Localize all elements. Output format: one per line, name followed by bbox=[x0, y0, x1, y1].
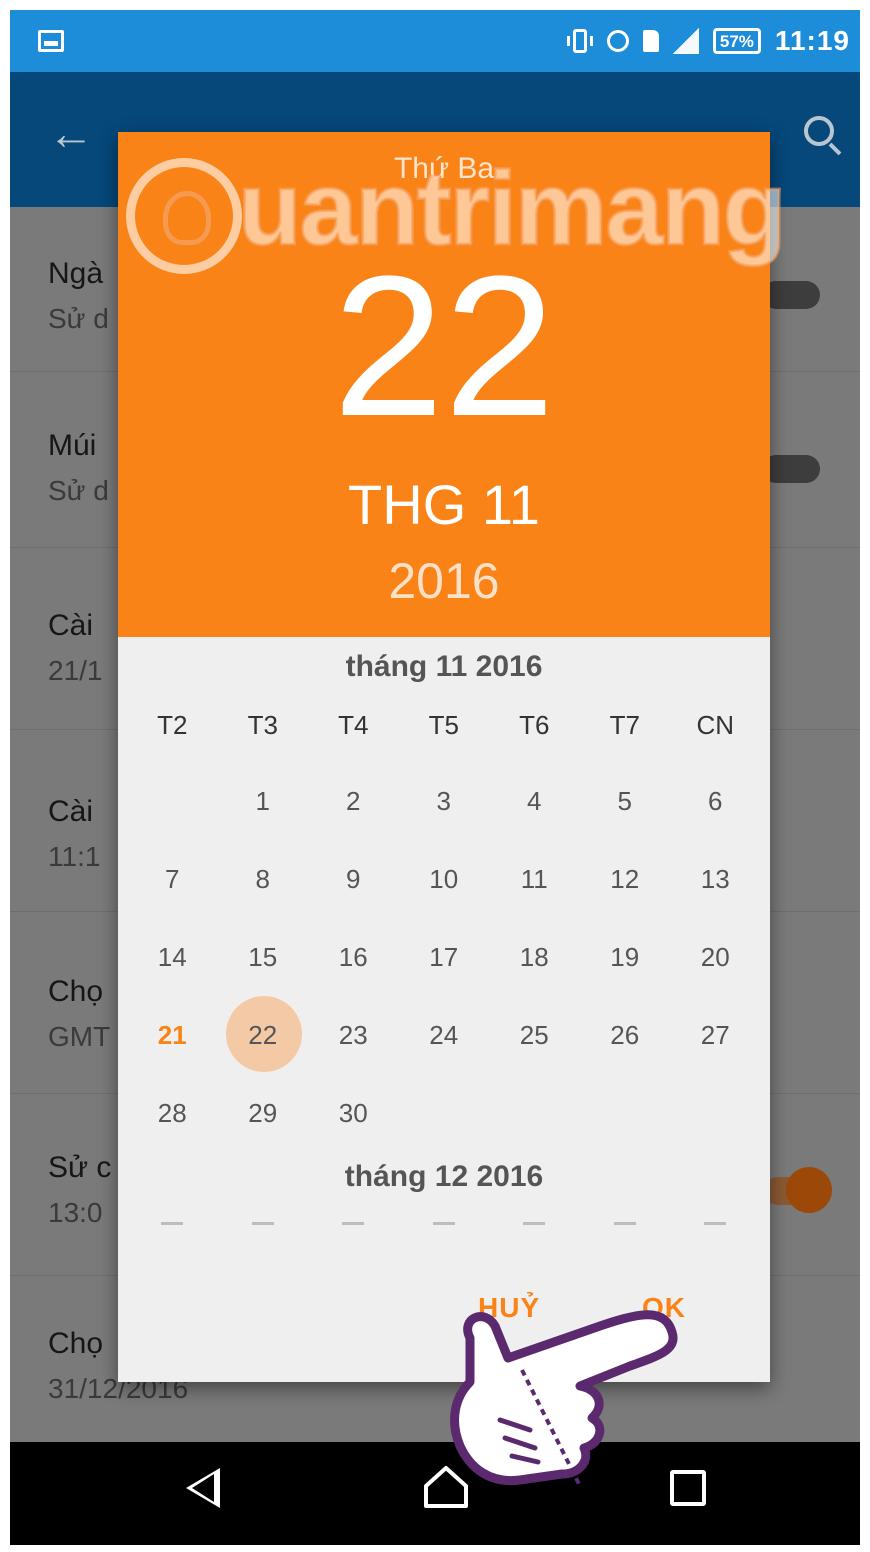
watermark-logo: uantrimang bbox=[108, 150, 828, 300]
calendar-day[interactable]: 1 bbox=[218, 762, 309, 840]
next-calendar-month-title: tháng 12 2016 bbox=[344, 1160, 544, 1193]
item-subtitle: 13:0 bbox=[48, 1197, 103, 1228]
calendar-week: 21 22 23 24 25 26 27 bbox=[127, 996, 761, 1074]
signal-icon bbox=[672, 28, 699, 54]
calendar-day[interactable]: 28 bbox=[127, 1074, 218, 1152]
calendar-day[interactable]: 26 bbox=[580, 996, 671, 1074]
search-icon[interactable] bbox=[804, 116, 834, 146]
calendar-week: 7 8 9 10 11 12 13 bbox=[127, 840, 761, 918]
calendar-grid: 1 2 3 4 5 6 7 8 9 10 11 12 13 14 15 16 17 18 19 20 21 22 23 24 2… bbox=[127, 762, 761, 1152]
calendar-day[interactable]: 18 bbox=[489, 918, 580, 996]
weekday-header: T4 bbox=[338, 710, 369, 740]
item-title: Múi bbox=[48, 429, 97, 462]
item-title: Chọ bbox=[48, 975, 104, 1008]
image-notification-icon bbox=[38, 30, 64, 52]
toggle-switch[interactable] bbox=[764, 1167, 832, 1213]
calendar-day[interactable]: 23 bbox=[308, 996, 399, 1074]
calendar-week: 28 29 30 bbox=[127, 1074, 761, 1152]
arrow-left-icon[interactable]: ← bbox=[48, 110, 94, 156]
calendar-day[interactable]: 15 bbox=[218, 918, 309, 996]
calendar-day[interactable]: 29 bbox=[218, 1074, 309, 1152]
empty-day-cell bbox=[489, 1074, 580, 1152]
weekday-header-row: T2 T3 T4 T5 T6 T7 CN bbox=[127, 710, 761, 741]
calendar-day[interactable]: 21 bbox=[127, 996, 218, 1074]
date-picker-dialog: Thứ Ba 22 THG 11 2016 tháng 11 2016 T2 T… bbox=[118, 132, 770, 1382]
empty-day-cell bbox=[580, 1074, 671, 1152]
year-label[interactable]: 2016 bbox=[118, 552, 770, 610]
calendar-day[interactable]: 24 bbox=[399, 996, 490, 1074]
item-subtitle: Sử d bbox=[48, 475, 109, 506]
calendar-day[interactable]: 8 bbox=[218, 840, 309, 918]
weekday-header: T3 bbox=[247, 710, 278, 740]
calendar-day[interactable]: 3 bbox=[399, 762, 490, 840]
toggle-switch[interactable] bbox=[762, 455, 820, 483]
item-subtitle: Sử d bbox=[48, 303, 109, 334]
empty-day-cell bbox=[399, 1074, 490, 1152]
calendar-day[interactable]: 25 bbox=[489, 996, 580, 1074]
calendar-day[interactable]: 7 bbox=[127, 840, 218, 918]
item-title: Cài bbox=[48, 795, 94, 828]
item-title: Cài bbox=[48, 609, 94, 642]
item-title: Sử c bbox=[48, 1151, 112, 1184]
calendar-day[interactable]: 9 bbox=[308, 840, 399, 918]
status-bar: 57% 11:19 bbox=[10, 10, 860, 72]
lightbulb-icon bbox=[126, 158, 242, 274]
watermark-text: uantrimang bbox=[236, 150, 787, 269]
calendar-day[interactable]: 30 bbox=[308, 1074, 399, 1152]
weekday-header: T7 bbox=[609, 710, 640, 740]
calendar-day[interactable]: 6 bbox=[670, 762, 761, 840]
weekday-header: T6 bbox=[519, 710, 550, 740]
calendar-month-title: tháng 11 2016 bbox=[345, 650, 543, 683]
calendar-day[interactable]: 2 bbox=[308, 762, 399, 840]
month-label[interactable]: THG 11 bbox=[118, 472, 770, 537]
next-month-partial-row bbox=[127, 1222, 761, 1225]
screen: 57% 11:19 ← Ngà Sử d Múi Sử d Cài 21/1 C… bbox=[10, 10, 860, 1545]
weekday-header: CN bbox=[696, 710, 735, 740]
empty-day-cell bbox=[670, 1074, 761, 1152]
calendar-day[interactable]: 10 bbox=[399, 840, 490, 918]
calendar-day[interactable]: 27 bbox=[670, 996, 761, 1074]
calendar-week: 14 15 16 17 18 19 20 bbox=[127, 918, 761, 996]
vibrate-icon bbox=[566, 29, 593, 53]
alarm-icon bbox=[606, 30, 629, 52]
calendar-day[interactable]: 16 bbox=[308, 918, 399, 996]
calendar-day[interactable]: 14 bbox=[127, 918, 218, 996]
calendar-day[interactable]: 11 bbox=[489, 840, 580, 918]
weekday-header: T2 bbox=[157, 710, 188, 740]
calendar-day[interactable]: 17 bbox=[399, 918, 490, 996]
status-time: 11:19 bbox=[774, 25, 850, 56]
calendar-day[interactable]: 19 bbox=[580, 918, 671, 996]
item-subtitle: 11:1 bbox=[48, 841, 101, 872]
weekday-header: T5 bbox=[428, 710, 459, 740]
item-subtitle: GMT bbox=[48, 1021, 111, 1052]
triangle-back-icon[interactable] bbox=[186, 1468, 220, 1508]
calendar-day[interactable]: 5 bbox=[580, 762, 671, 840]
empty-day-cell bbox=[127, 762, 218, 840]
calendar-day[interactable]: 12 bbox=[580, 840, 671, 918]
pointing-hand-icon bbox=[450, 1310, 678, 1487]
calendar-day[interactable]: 20 bbox=[670, 918, 761, 996]
sim-icon bbox=[642, 30, 659, 52]
calendar-day[interactable]: 13 bbox=[670, 840, 761, 918]
battery-indicator: 57% bbox=[712, 28, 761, 54]
item-title: Ngà bbox=[48, 257, 104, 290]
item-subtitle: 21/1 bbox=[48, 655, 103, 686]
calendar-day-selected[interactable]: 22 bbox=[218, 996, 309, 1074]
item-title: Chọ bbox=[48, 1327, 104, 1360]
calendar-day[interactable]: 4 bbox=[489, 762, 580, 840]
calendar-week: 123456 bbox=[127, 762, 761, 840]
